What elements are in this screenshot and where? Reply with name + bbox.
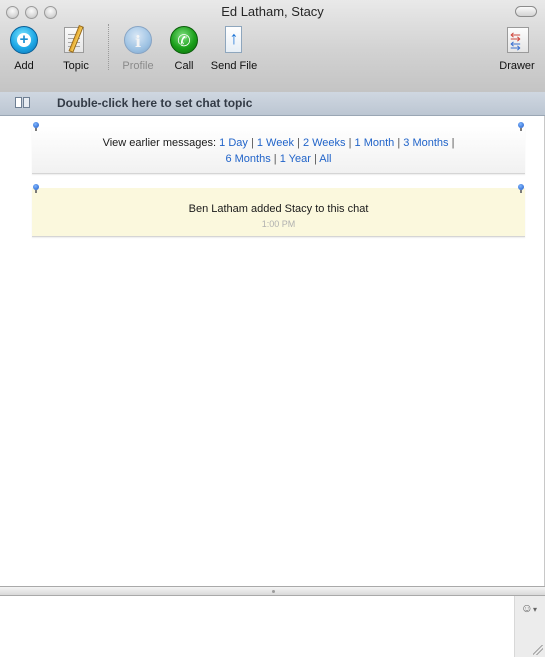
send-file-button[interactable]: ↑ Send File [206, 25, 262, 72]
pin-icon [517, 122, 525, 131]
add-label: Add [14, 60, 34, 72]
divider-grip [272, 590, 275, 593]
add-button[interactable]: + Add [6, 25, 42, 72]
system-message-time: 1:00 PM [261, 219, 296, 229]
call-button[interactable]: ✆ Call [166, 25, 202, 72]
history-link-1-month[interactable]: 1 Month [355, 137, 395, 149]
topic-notepad-icon [61, 25, 91, 55]
resize-grip[interactable] [533, 645, 543, 655]
split-view-divider[interactable] [0, 586, 545, 596]
profile-button[interactable]: i Profile [116, 25, 160, 72]
topic-label: Topic [63, 60, 89, 72]
toolbar-separator [108, 24, 110, 70]
info-icon: i [123, 25, 153, 55]
history-link-2-weeks[interactable]: 2 Weeks [303, 137, 346, 149]
pin-icon [32, 122, 40, 131]
pin-icon [32, 184, 40, 193]
book-icon [15, 97, 31, 109]
drawer-icon: ⇆ ⇆ [502, 25, 532, 55]
smiley-icon[interactable]: ☺▾ [521, 601, 537, 615]
profile-label: Profile [122, 60, 154, 72]
topic-button[interactable]: Topic [56, 25, 96, 72]
earlier-messages-row: View earlier messages: 1 Day | 1 Week | … [102, 137, 455, 165]
input-sidebar: ☺▾ [514, 596, 545, 657]
phone-icon: ✆ [169, 25, 199, 55]
drawer-button[interactable]: ⇆ ⇆ Drawer [494, 25, 540, 72]
earlier-messages-notice: View earlier messages: 1 Day | 1 Week | … [32, 122, 525, 174]
chat-window: Ed Latham, Stacy + Add Topic i Profile ✆… [0, 0, 545, 657]
history-link-1-year[interactable]: 1 Year [280, 153, 311, 165]
system-message-text: Ben Latham added Stacy to this chat [188, 203, 369, 215]
toolbar-toggle-button[interactable] [515, 6, 537, 17]
chat-transcript[interactable]: View earlier messages: 1 Day | 1 Week | … [0, 116, 545, 586]
message-input-area: ☺▾ [0, 596, 545, 657]
history-link-1-day[interactable]: 1 Day [219, 137, 248, 149]
history-link-1-week[interactable]: 1 Week [257, 137, 294, 149]
send-file-label: Send File [210, 60, 258, 72]
history-link-6-months[interactable]: 6 Months [225, 153, 270, 165]
chat-topic-text: Double-click here to set chat topic [57, 96, 253, 110]
message-input[interactable] [0, 596, 514, 657]
add-contact-icon: + [9, 25, 39, 55]
call-label: Call [174, 60, 194, 72]
title-toolbar: Ed Latham, Stacy + Add Topic i Profile ✆… [0, 0, 545, 93]
history-link-3-months[interactable]: 3 Months [403, 137, 448, 149]
history-link-all[interactable]: All [319, 153, 331, 165]
system-message: Ben Latham added Stacy to this chat 1:00… [32, 184, 525, 237]
drawer-label: Drawer [499, 60, 535, 72]
chat-topic-bar[interactable]: Double-click here to set chat topic [0, 92, 545, 116]
send-file-icon: ↑ [219, 25, 249, 55]
pin-icon [517, 184, 525, 193]
earlier-messages-label: View earlier messages: [102, 137, 217, 149]
window-title: Ed Latham, Stacy [221, 4, 324, 19]
